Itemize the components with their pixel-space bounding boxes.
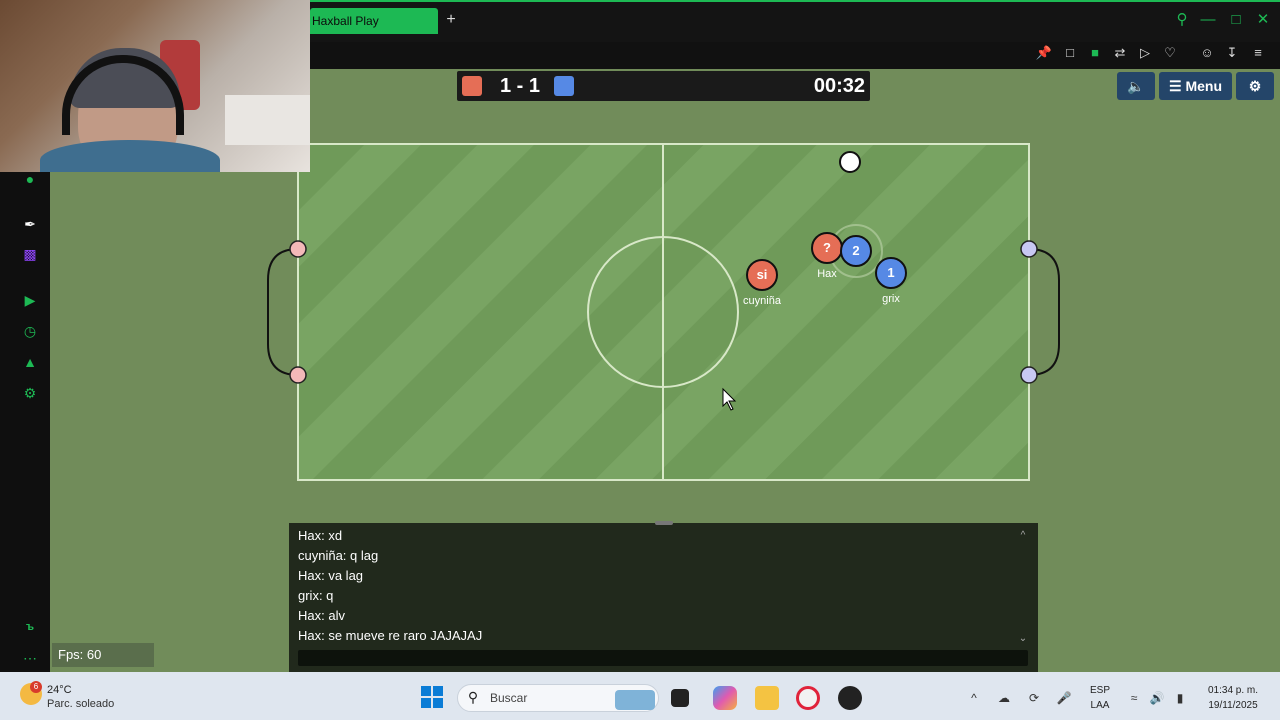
player-avatar-text: 2 bbox=[852, 243, 860, 258]
microphone-icon[interactable]: 🎤 bbox=[1056, 690, 1072, 706]
more-icon[interactable]: ⋯ bbox=[19, 647, 41, 669]
history-icon[interactable]: ◷ bbox=[19, 320, 41, 342]
blue-team-badge bbox=[554, 76, 574, 96]
obs-icon[interactable] bbox=[838, 686, 862, 710]
left-goal bbox=[267, 248, 299, 376]
pin-icon[interactable]: 📌 bbox=[1034, 43, 1054, 63]
chat-message: Hax: xd bbox=[298, 528, 343, 543]
sound-button[interactable]: 🔈 bbox=[1117, 72, 1155, 100]
right-goal bbox=[1028, 248, 1060, 376]
download-icon[interactable]: ↧ bbox=[1222, 43, 1242, 63]
player-name-label: cuyniña bbox=[743, 295, 781, 307]
wifi-icon[interactable]: ≈ bbox=[1126, 690, 1142, 706]
task-view-icon[interactable] bbox=[671, 689, 689, 707]
fps-counter: Fps: 60 bbox=[52, 643, 154, 667]
chat-resize-handle[interactable] bbox=[655, 521, 673, 525]
clock-date[interactable]: 19/11/2025 bbox=[1196, 700, 1270, 712]
opera-gx-icon[interactable] bbox=[796, 686, 820, 710]
gx-icon[interactable]: ъ bbox=[19, 616, 41, 638]
tab-accent-line bbox=[310, 0, 1280, 2]
player-icon[interactable]: ▶ bbox=[19, 289, 41, 311]
copilot-icon[interactable] bbox=[713, 686, 737, 710]
snapshot-icon[interactable]: □ bbox=[1060, 43, 1080, 63]
play-icon[interactable]: ▷ bbox=[1135, 43, 1155, 63]
search-icon[interactable]: ⚲ bbox=[1172, 10, 1192, 30]
speaker-icon: 🔈 bbox=[1127, 78, 1145, 94]
right-goalpost-bottom bbox=[1020, 366, 1038, 384]
chat-message: grix: q bbox=[298, 588, 334, 603]
weather-notification-badge: 6 bbox=[30, 681, 42, 693]
keyboard-layout[interactable]: LAA bbox=[1087, 700, 1113, 712]
heart-icon[interactable]: ♡ bbox=[1160, 43, 1180, 63]
chat-message: cuyniña: q lag bbox=[298, 548, 379, 563]
webcam-overlay bbox=[0, 0, 310, 172]
pen-icon[interactable]: ✒ bbox=[19, 213, 41, 235]
shield-icon[interactable]: ■ bbox=[1085, 43, 1105, 63]
right-goalpost-top bbox=[1020, 240, 1038, 258]
chat-input[interactable] bbox=[298, 650, 1028, 666]
chat-message: Hax: se mueve re raro JAJAJAJ bbox=[298, 628, 483, 643]
windows-start-icon[interactable] bbox=[421, 686, 443, 708]
settings-icon[interactable]: ⚙ bbox=[19, 382, 41, 404]
clock-time[interactable]: 01:34 p. m. bbox=[1196, 685, 1270, 697]
settings-button[interactable]: ⚙ bbox=[1236, 72, 1274, 100]
extensions-icon[interactable]: ▲ bbox=[19, 351, 41, 373]
tray-sync-icon[interactable]: ⟳ bbox=[1026, 690, 1042, 706]
gear-icon: ⚙ bbox=[1248, 78, 1262, 94]
red-team-badge bbox=[462, 76, 482, 96]
tab-haxball[interactable]: Haxball Play bbox=[310, 8, 438, 34]
file-explorer-icon[interactable] bbox=[755, 686, 779, 710]
left-goalpost-top bbox=[289, 240, 307, 258]
chat-message: Hax: alv bbox=[298, 608, 345, 623]
close-icon[interactable]: ✕ bbox=[1253, 10, 1273, 30]
tray-app-icon[interactable]: ☁ bbox=[996, 690, 1012, 706]
weather-temperature[interactable]: 24°C bbox=[47, 684, 127, 697]
menu-icon[interactable]: ≡ bbox=[1248, 43, 1268, 63]
profile-icon[interactable]: ☺ bbox=[1197, 43, 1217, 63]
match-timer: 00:32 bbox=[813, 75, 865, 97]
left-goalpost-bottom bbox=[289, 366, 307, 384]
ball bbox=[839, 151, 861, 173]
webcam-bed bbox=[225, 95, 310, 145]
maximize-icon[interactable]: □ bbox=[1226, 10, 1246, 30]
new-tab-button[interactable]: + bbox=[444, 10, 458, 30]
twitch-icon[interactable]: ▩ bbox=[19, 243, 41, 265]
player-name-label: Hax bbox=[817, 268, 837, 280]
translate-icon[interactable]: ⇄ bbox=[1110, 43, 1130, 63]
search-placeholder: Buscar bbox=[490, 691, 528, 705]
battery-icon[interactable]: ▮ bbox=[1172, 690, 1188, 706]
chevron-up-icon[interactable]: ^ bbox=[966, 690, 982, 706]
hamburger-icon: ☰ bbox=[1168, 78, 1182, 94]
search-icon: ⚲ bbox=[467, 689, 479, 705]
search-highlight-icon bbox=[615, 690, 655, 710]
player-name-label: grix bbox=[882, 293, 900, 305]
chevron-down-icon[interactable]: ⌄ bbox=[1017, 633, 1029, 645]
weather-description[interactable]: Parc. soleado bbox=[47, 698, 127, 711]
minimize-icon[interactable]: — bbox=[1198, 10, 1218, 30]
score-display: 1 - 1 bbox=[499, 75, 541, 97]
chevron-up-icon[interactable]: ^ bbox=[1017, 530, 1029, 542]
volume-icon[interactable]: 🔊 bbox=[1149, 690, 1165, 706]
chat-message: Hax: va lag bbox=[298, 568, 364, 583]
menu-label: Menu bbox=[1185, 78, 1222, 94]
menu-button[interactable]: ☰ Menu bbox=[1159, 72, 1232, 100]
language-code[interactable]: ESP bbox=[1087, 685, 1113, 697]
webcam-shirt bbox=[40, 140, 220, 172]
